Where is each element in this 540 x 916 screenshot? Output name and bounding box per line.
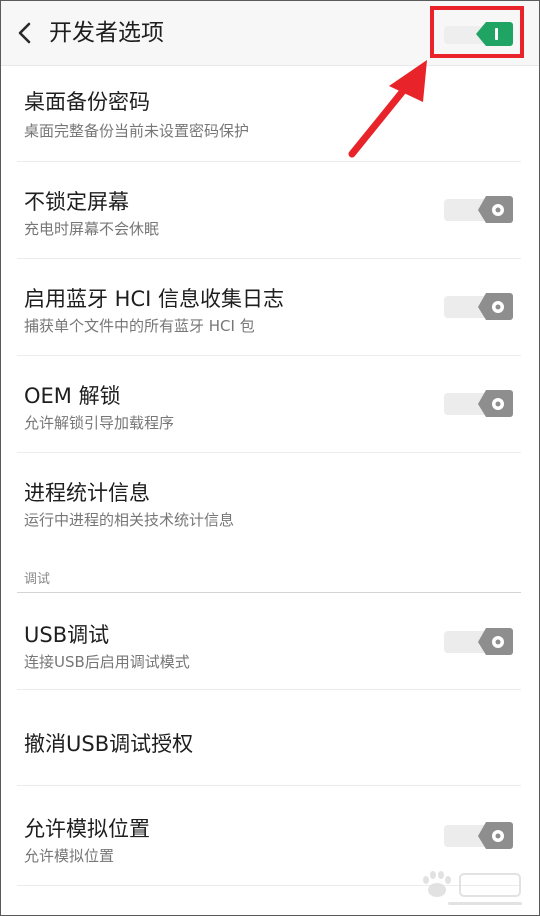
setting-title: 启用蓝牙 HCI 信息收集日志: [24, 287, 284, 311]
stay-awake-toggle[interactable]: [442, 193, 514, 225]
setting-oem-unlock[interactable]: OEM 解锁 允许解锁引导加载程序: [1, 356, 539, 453]
setting-subtitle: 桌面完整备份当前未设置密码保护: [24, 122, 250, 140]
mock-location-toggle[interactable]: [442, 819, 514, 851]
chevron-left-icon[interactable]: [15, 19, 35, 47]
setting-title: 进程统计信息: [24, 481, 150, 505]
setting-title: 撤消USB调试授权: [24, 732, 194, 756]
setting-subtitle: 允许模拟位置: [24, 847, 115, 865]
baidu-jingyan-watermark: [423, 871, 522, 905]
setting-desktop-backup-password[interactable]: 桌面备份密码 桌面完整备份当前未设置密码保护: [1, 66, 539, 162]
setting-title: 桌面备份密码: [24, 90, 150, 114]
section-label-debug: 调试: [24, 572, 51, 587]
setting-usb-debugging[interactable]: USB调试 连接USB后启用调试模式: [1, 593, 539, 690]
oem-unlock-toggle[interactable]: [442, 387, 514, 419]
page-title: 开发者选项: [49, 20, 164, 46]
setting-subtitle: 捕获单个文件中的所有蓝牙 HCI 包: [24, 317, 255, 335]
setting-subtitle: 允许解锁引导加载程序: [24, 414, 175, 432]
setting-bluetooth-hci-log[interactable]: 启用蓝牙 HCI 信息收集日志 捕获单个文件中的所有蓝牙 HCI 包: [1, 259, 539, 356]
setting-subtitle: 连接USB后启用调试模式: [24, 653, 190, 671]
bluetooth-hci-log-toggle[interactable]: [442, 290, 514, 322]
highlight-box: [430, 6, 524, 58]
setting-subtitle: 充电时屏幕不会休眠: [24, 220, 160, 238]
setting-title: OEM 解锁: [24, 384, 121, 408]
setting-title: 不锁定屏幕: [24, 190, 129, 214]
setting-title: 允许模拟位置: [24, 817, 150, 841]
usb-debugging-toggle[interactable]: [442, 625, 514, 657]
setting-subtitle: 运行中进程的相关技术统计信息: [24, 511, 235, 529]
setting-process-stats[interactable]: 进程统计信息 运行中进程的相关技术统计信息: [1, 453, 539, 550]
setting-revoke-usb-auth[interactable]: 撤消USB调试授权: [1, 690, 539, 785]
setting-stay-awake[interactable]: 不锁定屏幕 充电时屏幕不会休眠: [1, 162, 539, 259]
setting-title: USB调试: [24, 623, 110, 647]
